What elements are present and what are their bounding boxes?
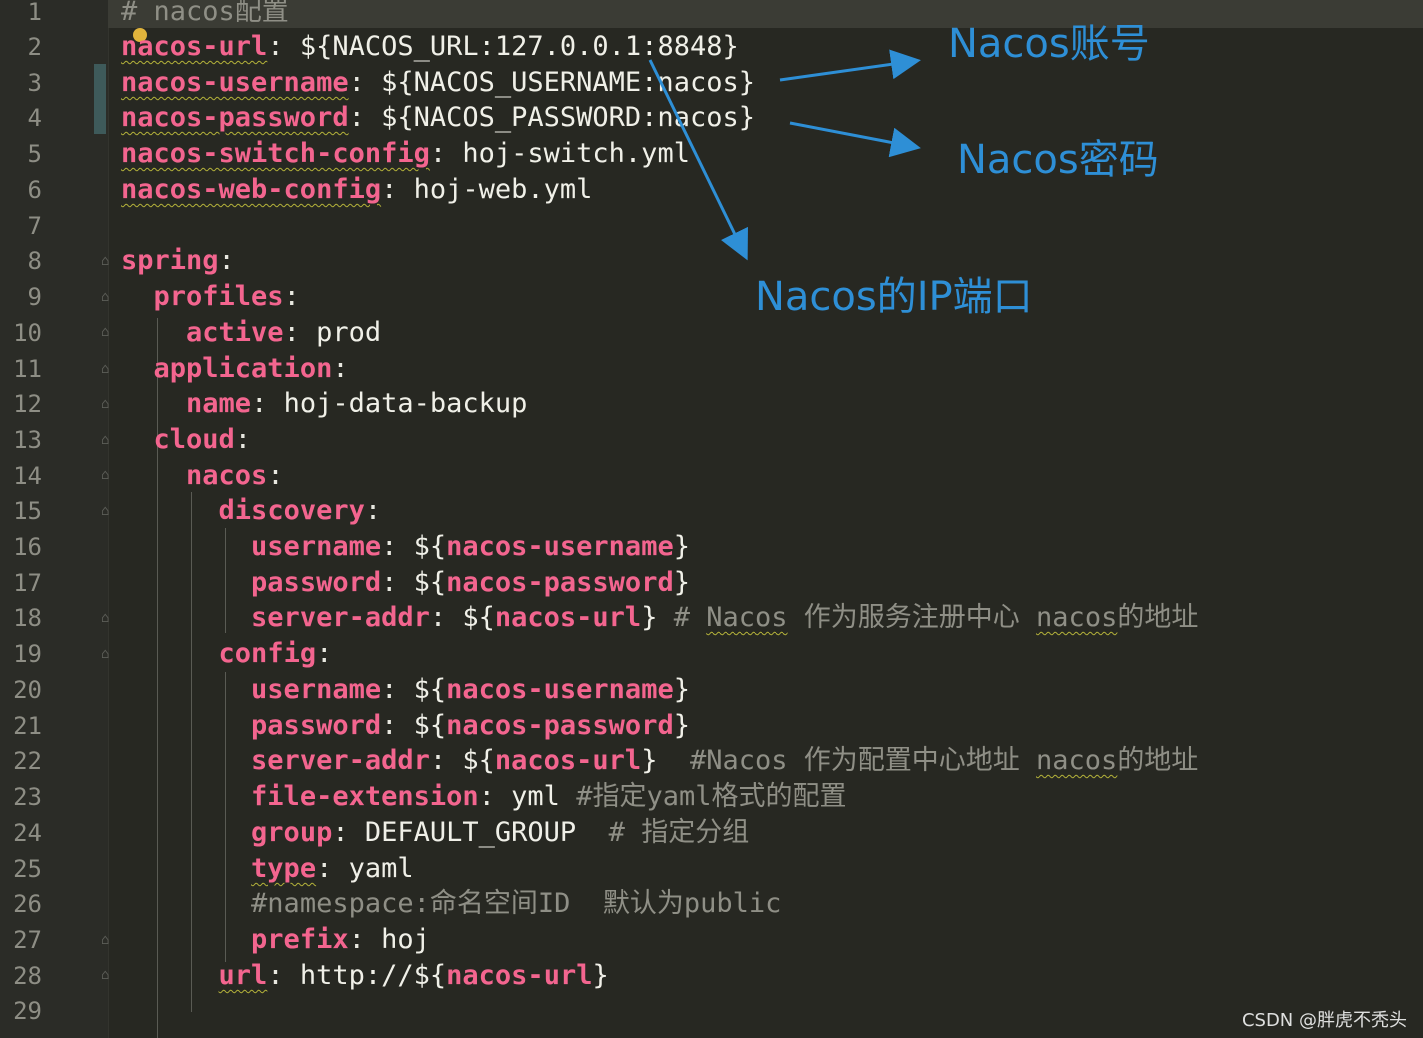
annotation-arrows (648, 49, 921, 261)
arrow-ip-port (648, 59, 748, 261)
arrow-password (789, 121, 921, 158)
arrow-account (779, 49, 921, 82)
watermark: CSDN @胖虎不秃头 (1241, 1010, 1407, 1031)
annotation-ip-port-label: Nacos的IP端口 (755, 274, 1033, 320)
annotation-password-label: Nacos密码 (957, 137, 1159, 183)
annotation-account-label: Nacos账号 (948, 21, 1150, 67)
